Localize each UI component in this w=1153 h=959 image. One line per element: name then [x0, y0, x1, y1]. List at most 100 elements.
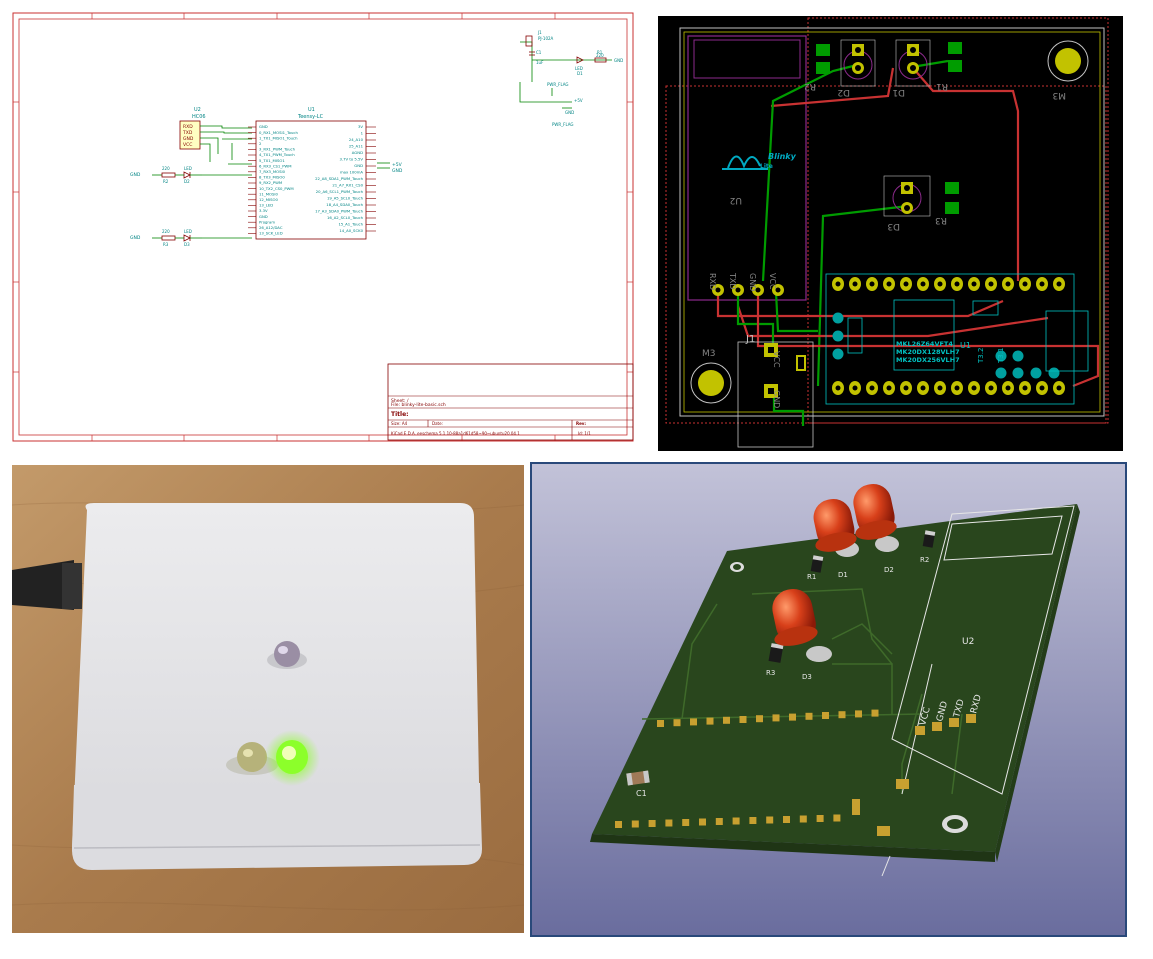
pcb-canvas: R2 D2 D1 R1 M3 M3 Blinky Lite U2 RXD TXD… [658, 16, 1123, 451]
u1-ref-label: U1 [308, 107, 315, 113]
3d-d2-label: D2 [884, 566, 894, 574]
u2-value-label: HC06 [192, 114, 206, 120]
pcb-teensy-drill [869, 281, 875, 287]
logo-line1: Blinky [768, 152, 797, 161]
u1-left-pin-label: 9_RX2_PWM [259, 180, 282, 185]
pcb-teensy-drill [903, 385, 909, 391]
pcb-vcc-label: VCC [768, 273, 777, 290]
u2-pin-rxd: RXD [183, 124, 193, 130]
r2-d2-branch: GND 220 R2 LED D2 [130, 166, 202, 184]
u1-right-pin-label: max 100mA [340, 170, 363, 175]
3d-teensy-pad [783, 816, 790, 823]
pcb-teensy-smd-pad [1012, 367, 1024, 379]
3d-teensy-pad [772, 714, 780, 722]
pcb-teensy-smd-pad [995, 367, 1007, 379]
r1-value: 220 [596, 53, 604, 58]
pcb-teensy-drill [988, 281, 994, 287]
tb-title: Title: [391, 411, 409, 418]
j1-value: PJ-102A [538, 36, 554, 41]
3d-teensy-pad [665, 819, 673, 827]
pcb-teensy-drill [886, 281, 892, 287]
pcb-layout-panel: R2 D2 D1 R1 M3 M3 Blinky Lite U2 RXD TXD… [658, 16, 1123, 451]
3d-teensy-pad [756, 715, 763, 723]
u1-left-pin-label: 8_TX3_MISO0 [259, 175, 285, 180]
pcb-teensy-drill [920, 385, 926, 391]
pwr-flag-2: PWR_FLAG [552, 122, 574, 127]
pcb-teensy-drill [1005, 385, 1011, 391]
u1-teensy-symbol: U1 Teensy-LC GND0_RX1_MOSI1_Touch1_TX1_M… [248, 107, 376, 240]
pcb-teensy-smd-pad [832, 348, 844, 360]
pcb-txd-label: TXD [728, 272, 737, 290]
3d-hc06-pad [949, 718, 959, 727]
pcb-teensy-drill [937, 385, 943, 391]
pcb-teensy-drill [1039, 385, 1045, 391]
u1-left-pin-label: 13_LED [259, 203, 273, 208]
3d-c1-label: C1 [636, 789, 647, 798]
pcb-d2-label: D2 [837, 87, 850, 97]
white-enclosure [72, 503, 482, 870]
3d-teensy-pad [615, 821, 622, 828]
pcb-teensy-drill [954, 385, 960, 391]
pcb-teensy-drill [1056, 385, 1062, 391]
r3-ref: R3 [163, 242, 169, 247]
pcb-teensy-drill [852, 385, 858, 391]
3d-teensy-pad [789, 713, 796, 721]
u2-pin-vcc: VCC [183, 142, 192, 148]
device-photo-panel [12, 465, 524, 933]
u2-ref-label: U2 [194, 107, 201, 113]
gnd-label-top: GND [130, 172, 141, 178]
vplus-label-power: +5V [574, 98, 583, 103]
3d-r1-label: R1 [807, 573, 816, 581]
u1-left-pin-label: GND [259, 214, 268, 219]
pcb-teensy-smd-pad [832, 330, 844, 342]
u2-hc06-symbol: U2 HC06 RXD TXD GND VCC [179, 107, 206, 150]
c1-value: 1uF [536, 60, 544, 65]
pcb-teensy-drill [920, 281, 926, 287]
pcb-d3-label: D3 [887, 221, 900, 231]
pcb-r3-label: R3 [935, 215, 947, 225]
r2-ref: R2 [163, 179, 169, 184]
r3-value: 220 [162, 229, 170, 234]
3d-teensy-pad [799, 815, 807, 823]
3d-teensy-pad [838, 711, 846, 719]
pcb-teensy-smd-pad [832, 312, 844, 324]
u1-left-pin-label: 10_TX2_CS0_PWM [259, 186, 294, 191]
u1-left-pin-label: 26_A12/DAC [259, 225, 283, 230]
u1-value-label: Teensy-LC [297, 114, 324, 120]
3d-teensy-pad [706, 717, 714, 725]
u1-right-pin-label: 3V [358, 124, 363, 129]
pcb-teensy-drill [1056, 281, 1062, 287]
u1-left-pin-label: 5_TX1_MISO1 [259, 158, 285, 163]
u1-left-pin-label: 3_RX1_PWM_Touch [259, 147, 296, 152]
pcb-r1-label: R1 [936, 81, 948, 91]
u1-right-pin-label: 20_A6_SCL1_PWM_Touch [316, 189, 364, 194]
pcb-teensy-drill [937, 281, 943, 287]
3d-teensy-pad [749, 817, 757, 824]
3d-teensy-pad [732, 817, 740, 825]
u1-right-pin-label: 18_A4_SDA0_Touch [326, 202, 363, 207]
title-block: Sheet: / File: blinky-lite-basic.sch Tit… [387, 363, 634, 441]
u1-right-pin-label: 15_A1_Touch [338, 222, 363, 227]
pcb-teensy-drill [869, 385, 875, 391]
u1-right-pin-label: 24_A10 [349, 137, 364, 142]
u1-left-pin-label: 12_MISO0 [259, 197, 279, 202]
pcb-r2-label: R2 [804, 81, 816, 91]
chip-line-1: MKL26Z64VFT4 [896, 340, 953, 348]
u1-right-pin-label: GND [354, 163, 363, 168]
pcb-j1-vcc: VCC [772, 351, 781, 368]
pcb-m3-bottom-label: M3 [702, 349, 716, 359]
pcb-teensy-drill [835, 385, 841, 391]
chip-line-3: MK20DX256VLH7 [896, 356, 960, 364]
tb-date: Date: [432, 421, 443, 426]
3d-teensy-pad [682, 819, 690, 826]
u1-left-pin-label: 6_RX3_CS1_PWM [259, 163, 292, 168]
d2-value: LED [184, 166, 192, 171]
3d-teensy-pad [631, 820, 639, 828]
pcb-teensy-drill [988, 385, 994, 391]
3d-teensy-pad [833, 814, 841, 822]
r3-d3-branch: GND 220 R3 LED D3 [130, 229, 202, 247]
pcb-teensy-drill [1022, 281, 1028, 287]
pcb-teensy-drill [903, 281, 909, 287]
j1-ref: J1 [537, 30, 542, 35]
u1-left-pin-label: 3.3V [259, 208, 268, 213]
